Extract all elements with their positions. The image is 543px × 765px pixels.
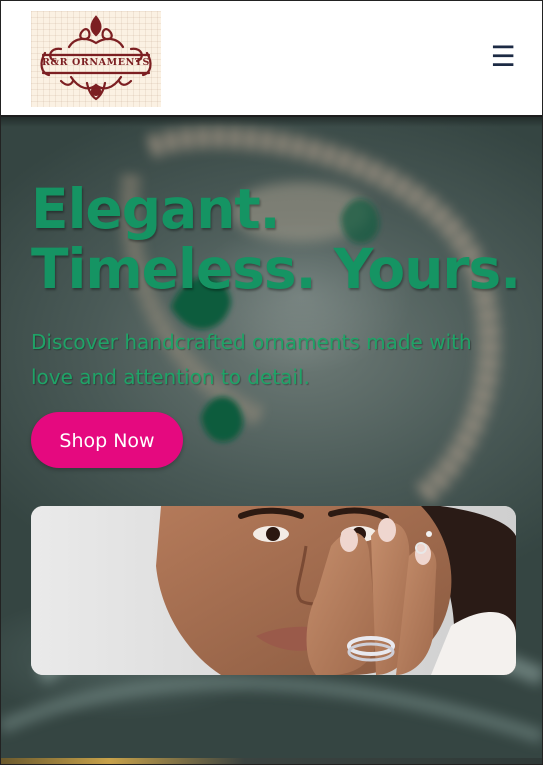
brand-logo[interactable]: R&R ORNAMENTS [31,11,161,107]
page: R&R ORNAMENTS ☰ Elegant. Timeless. Yours… [0,0,543,765]
next-section-peek [1,758,542,764]
hero-title: Elegant. Timeless. Yours. [31,179,531,299]
shop-now-button[interactable]: Shop Now [31,412,183,468]
hero-top-shadow [1,117,542,127]
hero-title-line-2: Timeless. Yours. [31,237,521,301]
model-photo [31,506,516,675]
hero-banner: Elegant. Timeless. Yours. Discover handc… [1,117,542,764]
hero-title-line-1: Elegant. [31,177,281,241]
site-header: R&R ORNAMENTS ☰ [1,1,542,117]
hamburger-menu-icon[interactable]: ☰ [490,43,516,71]
hero-subtitle: Discover handcrafted ornaments made with… [31,330,472,389]
logo-text: R&R ORNAMENTS [41,57,151,68]
model-with-ring-image [31,506,516,675]
